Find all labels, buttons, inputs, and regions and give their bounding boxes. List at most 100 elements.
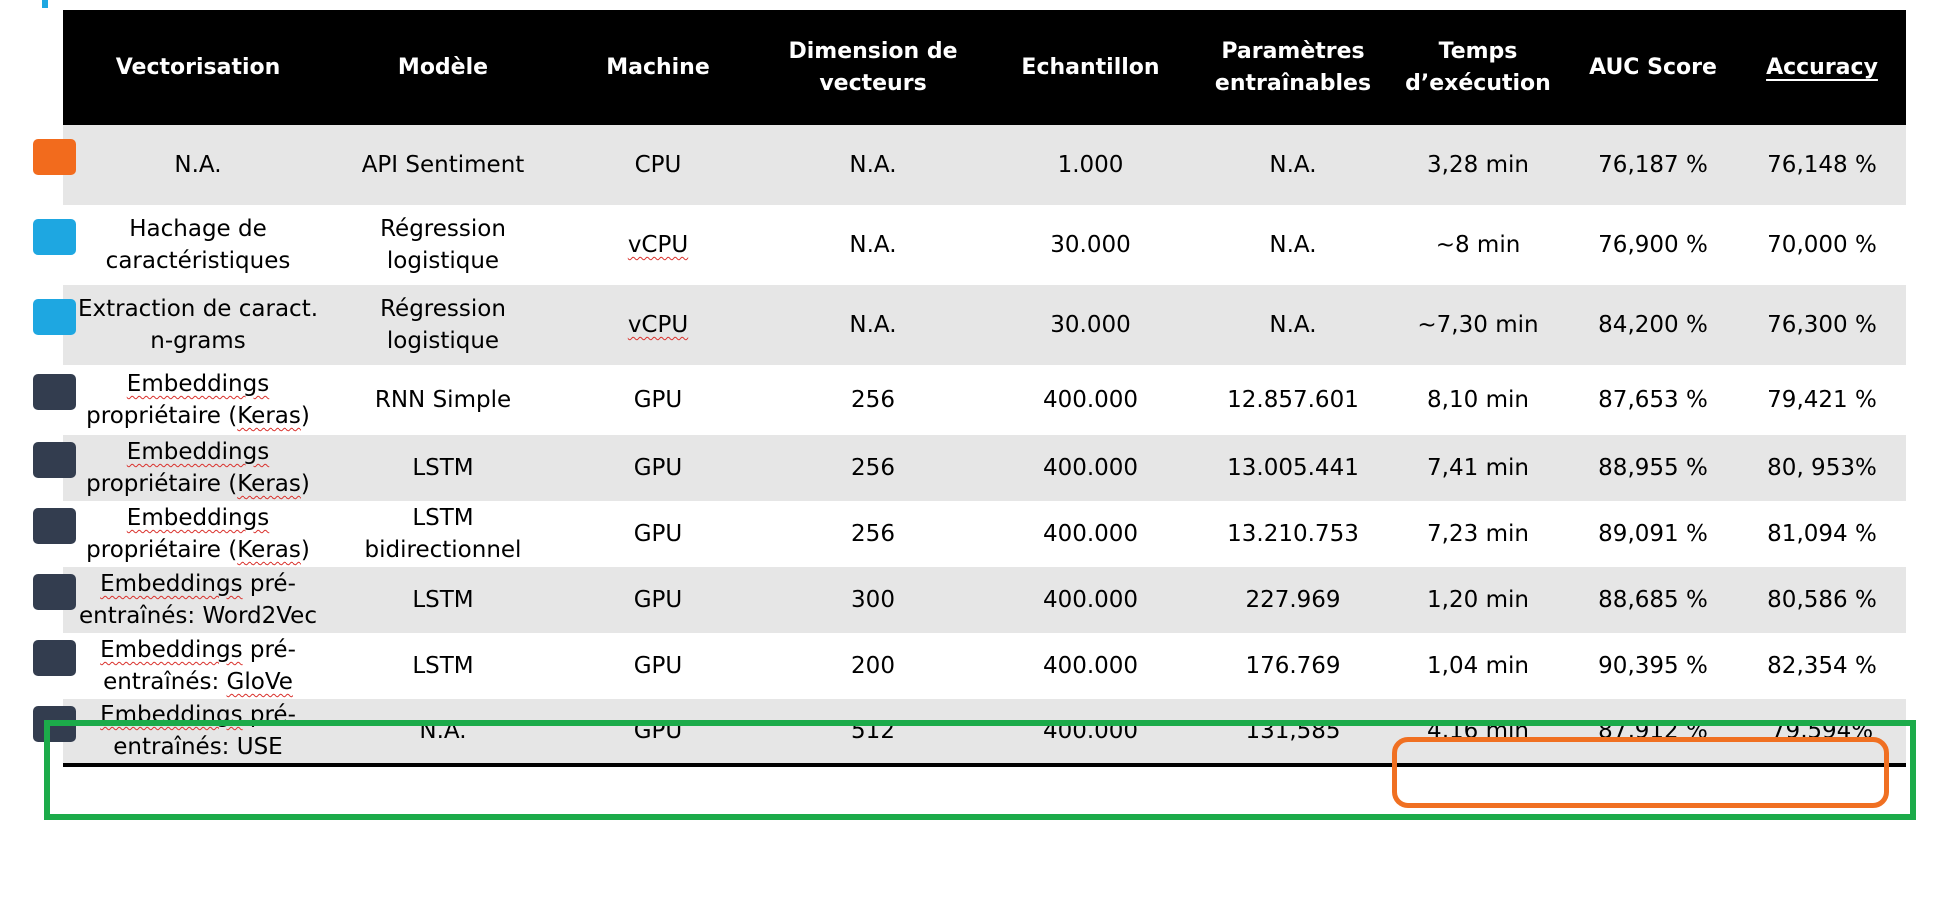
row-color-swatch	[33, 219, 76, 255]
row-color-swatch	[33, 640, 76, 676]
table-row: Hachage de caractéristiques Régression lo…	[63, 205, 1906, 285]
cell-dimension: 300	[851, 587, 895, 613]
cell-modele: Régression logistique	[380, 216, 506, 274]
cell-modele: LSTM	[412, 455, 474, 481]
cell-dimension: 512	[763, 699, 983, 767]
cell-accuracy: 79,594%	[1738, 699, 1906, 767]
cell-machine: GPU	[633, 653, 683, 679]
cell-temps: ~8 min	[1435, 232, 1521, 258]
cell-temps: ~7,30 min	[1417, 312, 1539, 338]
cell-parametres: 176.769	[1245, 653, 1341, 679]
header-parametres: Paramètres entraînables	[1214, 38, 1372, 96]
cell-parametres: 12.857.601	[1227, 387, 1359, 413]
header-dimension: Dimension de vecteurs	[788, 38, 958, 96]
cell-auc: 76,187 %	[1598, 152, 1708, 178]
cell-modele: LSTM	[412, 653, 474, 679]
cell-parametres: N.A.	[1269, 152, 1317, 178]
cell-dimension: 256	[851, 455, 895, 481]
row-color-swatch	[33, 574, 76, 610]
row-color-swatch	[33, 508, 76, 544]
cell-vectorisation: Embeddings propriétaire (Keras)	[86, 505, 310, 563]
cell-accuracy: 76,148 %	[1767, 152, 1877, 178]
cell-dimension: N.A.	[849, 312, 897, 338]
cell-modele: Régression logistique	[380, 296, 506, 354]
cell-accuracy: 81,094 %	[1767, 521, 1877, 547]
cell-echantillon: 400.000	[1042, 521, 1139, 547]
results-table: Vectorisation Modèle Machine Dimension d…	[63, 10, 1906, 767]
cell-vectorisation: Embeddings pré-entraînés: GloVe	[100, 637, 296, 695]
cell-accuracy: 80,586 %	[1767, 587, 1877, 613]
table-header-row: Vectorisation Modèle Machine Dimension d…	[63, 10, 1906, 125]
cell-modele: RNN Simple	[374, 387, 512, 413]
header-machine: Machine	[606, 54, 710, 80]
cell-echantillon: 400.000	[983, 699, 1198, 767]
header-vectorisation: Vectorisation	[115, 54, 281, 80]
cell-auc: 76,900 %	[1598, 232, 1708, 258]
cell-accuracy: 70,000 %	[1767, 232, 1877, 258]
cell-temps: 1,20 min	[1427, 587, 1529, 613]
cell-temps: 7,23 min	[1427, 521, 1529, 547]
cell-accuracy: 82,354 %	[1767, 653, 1877, 679]
cell-temps: 7,41 min	[1427, 455, 1529, 481]
cell-auc: 88,685 %	[1598, 587, 1708, 613]
cell-temps: 3,28 min	[1427, 152, 1529, 178]
row-color-swatch	[33, 139, 76, 175]
header-accuracy-label: Accuracy	[1766, 54, 1878, 80]
header-accuracy: Accuracy	[1738, 10, 1906, 125]
table-row: Embeddings propriétaire (Keras) LSTM GPU 25…	[63, 435, 1906, 501]
cell-auc: 90,395 %	[1598, 653, 1708, 679]
cell-parametres: 13.005.441	[1227, 455, 1359, 481]
cell-accuracy: 76,300 %	[1767, 312, 1877, 338]
cell-echantillon: 400.000	[1042, 387, 1139, 413]
row-color-swatch	[33, 299, 76, 335]
cell-parametres: N.A.	[1269, 312, 1317, 338]
header-temps: Temps d’exécution	[1405, 38, 1551, 96]
title-accent-bar	[42, 0, 48, 8]
cell-vectorisation: Embeddings pré-entraînés: Word2Vec	[79, 571, 317, 629]
table-row: Embeddings pré-entraînés: Word2Vec LSTM GP…	[63, 567, 1906, 633]
cell-vectorisation: Extraction de caract. n-grams	[77, 296, 319, 354]
cell-auc: 84,200 %	[1598, 312, 1708, 338]
header-echantillon: Echantillon	[1021, 54, 1160, 80]
cell-dimension: 256	[851, 387, 895, 413]
cell-echantillon: 400.000	[1042, 587, 1139, 613]
table-row: Embeddings pré-entraînés: USE N.A. GPU 512 4…	[63, 699, 1906, 767]
cell-machine: vCPU	[627, 312, 689, 338]
cell-machine: GPU	[633, 521, 683, 547]
cell-modele: N.A.	[333, 699, 553, 767]
cell-temps: 1,04 min	[1427, 653, 1529, 679]
table-row: Embeddings pré-entraînés: GloVe LSTM GPU 20…	[63, 633, 1906, 699]
cell-modele: LSTM bidirectionnel	[364, 505, 522, 563]
cell-machine: GPU	[633, 587, 683, 613]
cell-accuracy: 80, 953%	[1767, 455, 1877, 481]
cell-auc: 87,912 %	[1568, 699, 1738, 767]
cell-parametres: 13.210.753	[1227, 521, 1359, 547]
cell-dimension: N.A.	[849, 232, 897, 258]
cell-dimension: 256	[851, 521, 895, 547]
cell-modele: API Sentiment	[361, 152, 525, 178]
cell-machine: GPU	[553, 699, 763, 767]
cell-echantillon: 1.000	[1057, 152, 1124, 178]
row-color-swatch	[33, 374, 76, 410]
table-row: Embeddings propriétaire (Keras) RNN Simpl…	[63, 365, 1906, 435]
row-color-swatch	[33, 706, 76, 742]
row-color-swatch	[33, 442, 76, 478]
cell-machine: GPU	[633, 387, 683, 413]
cell-parametres: 131,585	[1198, 699, 1388, 767]
table-row: Embeddings propriétaire (Keras) LSTM bidi…	[63, 501, 1906, 567]
cell-parametres: 227.969	[1245, 587, 1341, 613]
cell-auc: 87,653 %	[1598, 387, 1708, 413]
cell-temps: 8,10 min	[1427, 387, 1529, 413]
cell-auc: 88,955 %	[1598, 455, 1708, 481]
cell-echantillon: 400.000	[1042, 455, 1139, 481]
cell-auc: 89,091 %	[1598, 521, 1708, 547]
cell-parametres: N.A.	[1269, 232, 1317, 258]
header-modele: Modèle	[397, 54, 489, 80]
cell-machine: CPU	[634, 152, 682, 178]
header-auc: AUC Score	[1589, 54, 1717, 80]
table-row: Extraction de caract. n-grams Régression …	[63, 285, 1906, 365]
cell-machine: GPU	[633, 455, 683, 481]
table-row: N.A. API Sentiment CPU N.A. 1.000 N.A. 3,28 mi…	[63, 125, 1906, 205]
cell-accuracy: 79,421 %	[1767, 387, 1877, 413]
cell-echantillon: 30.000	[1050, 232, 1131, 258]
